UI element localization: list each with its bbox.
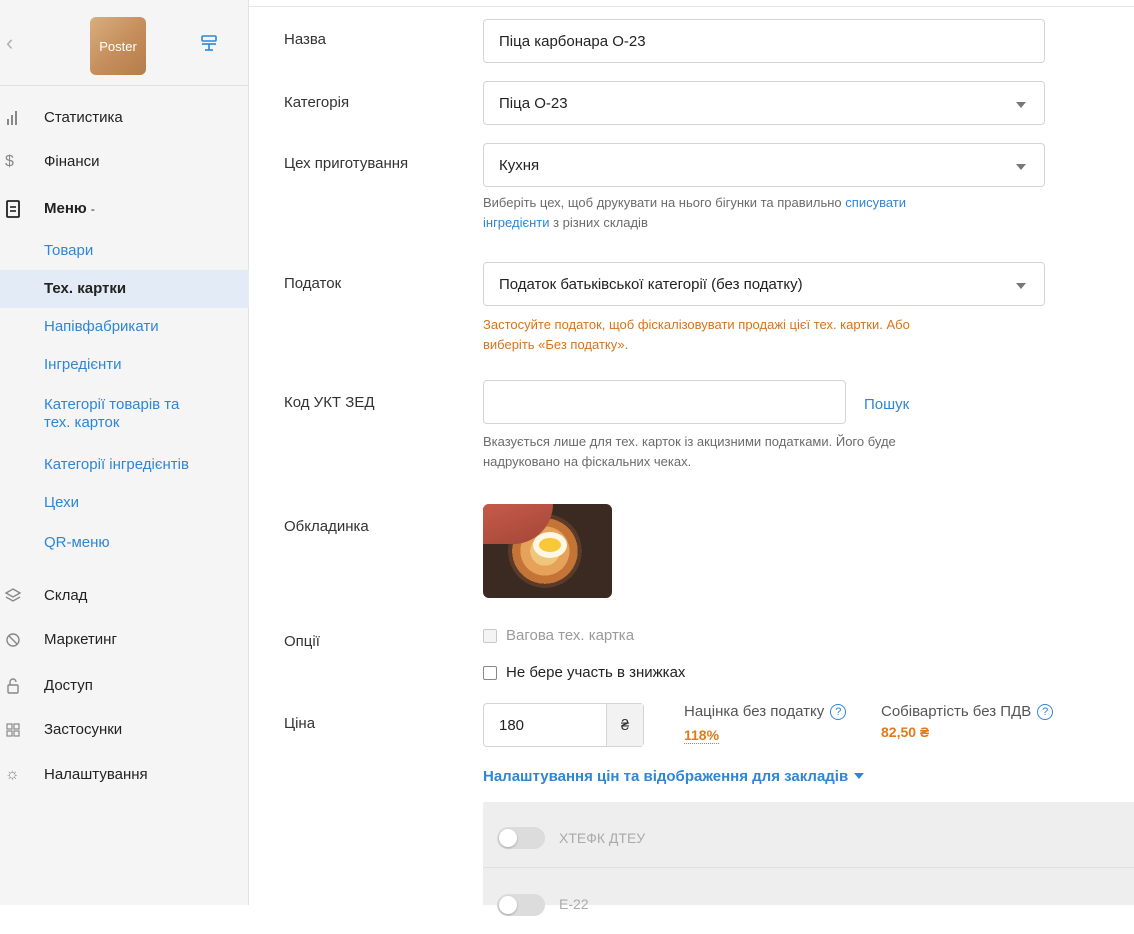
layers-icon (5, 588, 21, 602)
workshop-select[interactable]: Кухня (483, 143, 1045, 187)
category-select[interactable]: Піца О-23 (483, 81, 1045, 125)
ingredients-link[interactable]: інгредієнти (483, 215, 550, 230)
menu-label: Меню - (44, 200, 95, 217)
sidebar-item-ingredient-categories[interactable]: Категорії інгредієнтів (44, 456, 189, 473)
workshop-hint: Виберіть цех, щоб друкувати на нього біг… (483, 195, 907, 230)
no-discount-option[interactable]: Не бере участь в знижках (483, 664, 685, 681)
poster-logo[interactable]: Poster (90, 17, 146, 75)
tax-warning: Застосуйте податок, щоб фіскалізовувати … (483, 317, 910, 352)
search-link[interactable]: Пошук (864, 396, 909, 413)
markup-label: Націнка без податку? (684, 703, 847, 720)
grid-icon (6, 723, 20, 737)
pos-terminal-icon[interactable] (201, 34, 217, 52)
venue-toggle[interactable] (497, 894, 545, 916)
sidebar-item-semi-products[interactable]: Напівфабрикати (44, 318, 159, 335)
chevron-down-icon (1016, 164, 1026, 170)
bar-chart-icon (7, 111, 17, 125)
sidebar-item-products[interactable]: Товари (44, 242, 93, 259)
markup-value[interactable]: 118% (684, 727, 720, 744)
checkbox-icon[interactable] (483, 665, 497, 680)
chevron-down-icon (854, 773, 865, 779)
sidebar-item-qr-menu[interactable]: QR-меню (44, 534, 110, 551)
price-label: Ціна (284, 715, 316, 732)
checkbox-icon[interactable] (483, 628, 497, 643)
venue-row: ХТЕФК ДТЕУ (483, 802, 1134, 868)
options-label: Опції (284, 633, 320, 650)
sidebar-item-workshops[interactable]: Цехи (44, 494, 79, 511)
venue-name: ХТЕФК ДТЕУ (559, 830, 646, 846)
workshop-label: Цех приготування (284, 155, 409, 172)
collapse-sidebar-icon[interactable]: ‹ (6, 30, 13, 56)
cost-label: Собівартість без ПДВ? (881, 703, 1054, 720)
chevron-down-icon: - (90, 202, 95, 216)
code-label: Код УКТ ЗЕД (284, 394, 375, 411)
cover-image[interactable] (483, 504, 612, 598)
marketing-icon (6, 633, 20, 647)
help-icon[interactable]: ? (1037, 704, 1054, 720)
cover-label: Обкладинка (284, 518, 369, 535)
venue-settings-link[interactable]: Налаштування цін та відображення для зак… (483, 768, 865, 785)
gear-icon: ☼ (5, 766, 20, 783)
tax-label: Податок (284, 275, 342, 292)
price-input[interactable]: 180 ₴ (483, 703, 644, 747)
chevron-down-icon (1016, 283, 1026, 289)
document-icon (6, 200, 20, 218)
top-divider (249, 6, 1134, 7)
venues-panel: ХТЕФК ДТЕУ Е-22 (483, 802, 1134, 916)
cost-value: 82,50 ₴ (881, 724, 930, 740)
write-off-link[interactable]: списувати (845, 195, 906, 210)
sidebar: ‹ Poster Статистика $ Фінанси Меню - Тов… (0, 0, 249, 905)
weight-option[interactable]: Вагова тех. картка (483, 627, 634, 644)
code-input[interactable] (483, 380, 846, 424)
venue-name: Е-22 (559, 896, 589, 912)
name-label: Назва (284, 31, 327, 48)
tax-select[interactable]: Податок батьківської категорії (без пода… (483, 262, 1045, 306)
dollar-icon: $ (5, 153, 14, 170)
code-hint: Вказується лише для тех. карток із акциз… (483, 434, 896, 469)
name-input[interactable]: Піца карбонара О-23 (483, 19, 1045, 63)
sidebar-item-tech-cards[interactable]: Тех. картки (0, 270, 249, 308)
sidebar-item-product-categories[interactable]: Категорії товарів та тех. карток (44, 396, 179, 432)
venue-row: Е-22 (483, 868, 1134, 934)
currency-addon: ₴ (606, 704, 643, 746)
venue-toggle[interactable] (497, 827, 545, 849)
chevron-down-icon (1016, 102, 1026, 108)
sidebar-header: ‹ Poster (0, 0, 249, 86)
sidebar-item-ingredients[interactable]: Інгредієнти (44, 356, 122, 373)
category-label: Категорія (284, 94, 350, 111)
help-icon[interactable]: ? (830, 704, 847, 720)
lock-icon (7, 678, 19, 694)
